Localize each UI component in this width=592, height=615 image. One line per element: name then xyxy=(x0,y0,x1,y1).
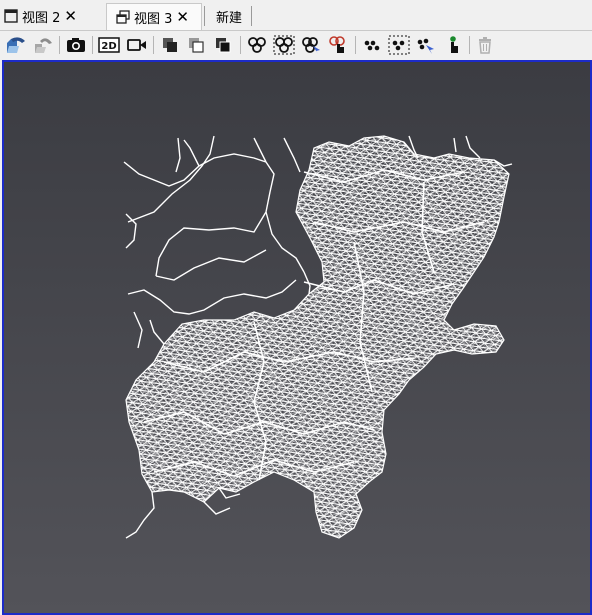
cell-frustum-icon xyxy=(273,35,295,55)
mesh-region xyxy=(125,135,510,539)
render-viewport[interactable] xyxy=(2,60,592,615)
cell-interactive-button[interactable] xyxy=(299,33,323,57)
close-icon[interactable]: ✕ xyxy=(64,7,77,25)
point-selection-button[interactable] xyxy=(360,33,384,57)
tab-view-2[interactable]: 视图 2 ✕ xyxy=(4,3,98,29)
tab-divider xyxy=(251,6,252,26)
select-block-icon xyxy=(216,38,231,53)
close-icon[interactable]: ✕ xyxy=(176,8,189,26)
cell-selection-button[interactable] xyxy=(245,33,269,57)
point-frustum-icon xyxy=(388,35,410,55)
load-state-icon xyxy=(7,37,25,53)
point-interactive-button[interactable] xyxy=(414,33,438,57)
tab-label: 新建 xyxy=(216,10,243,26)
cell-interactive-icon xyxy=(302,37,320,54)
restore-window-icon xyxy=(116,10,130,24)
cell-frustum-button[interactable] xyxy=(272,33,296,57)
tab-view-3[interactable]: 视图 3 ✕ xyxy=(106,3,202,30)
point-frustum-button[interactable] xyxy=(387,33,411,57)
tab-new[interactable]: 新建 xyxy=(206,3,252,29)
mesh-render[interactable] xyxy=(4,62,590,613)
hover-point-button[interactable] xyxy=(441,33,465,57)
save-state-button[interactable] xyxy=(31,33,55,57)
select-block-button[interactable] xyxy=(211,33,235,57)
toolbar-separator xyxy=(59,36,60,54)
toolbar-separator xyxy=(240,36,241,54)
tab-bar: 视图 2 ✕ 视图 3 ✕ 新建 xyxy=(0,0,592,31)
tab-label: 视图 2 xyxy=(22,10,61,26)
hover-cell-button[interactable] xyxy=(326,33,350,57)
load-state-button[interactable] xyxy=(4,33,28,57)
toolbar-separator xyxy=(153,36,154,54)
hover-cell-icon xyxy=(329,36,345,53)
toolbar-separator xyxy=(355,36,356,54)
point-interactive-icon xyxy=(417,38,434,54)
screenshot-button[interactable] xyxy=(64,33,88,57)
toolbar-separator xyxy=(92,36,93,54)
camera-icon xyxy=(67,38,85,52)
select-cells-icon xyxy=(163,38,177,52)
tab-label: 视图 3 xyxy=(134,11,173,27)
window-icon xyxy=(4,9,18,23)
tab-divider xyxy=(204,6,205,26)
point-selection-icon xyxy=(364,40,380,51)
toolbar: 2D xyxy=(0,31,592,59)
select-points-icon xyxy=(189,38,204,53)
2d-mode-icon: 2D xyxy=(98,37,120,53)
2d-mode-button[interactable]: 2D xyxy=(97,33,121,57)
video-camera-icon xyxy=(127,39,146,51)
delete-button[interactable] xyxy=(473,33,497,57)
cell-selection-icon xyxy=(248,37,266,53)
2d-label: 2D xyxy=(101,41,116,52)
toolbar-separator xyxy=(469,36,470,54)
delete-icon xyxy=(479,37,491,54)
select-cells-button[interactable] xyxy=(158,33,182,57)
save-state-icon xyxy=(35,38,52,53)
select-points-button[interactable] xyxy=(184,33,208,57)
hover-point-icon xyxy=(450,36,458,53)
record-button[interactable] xyxy=(125,33,149,57)
